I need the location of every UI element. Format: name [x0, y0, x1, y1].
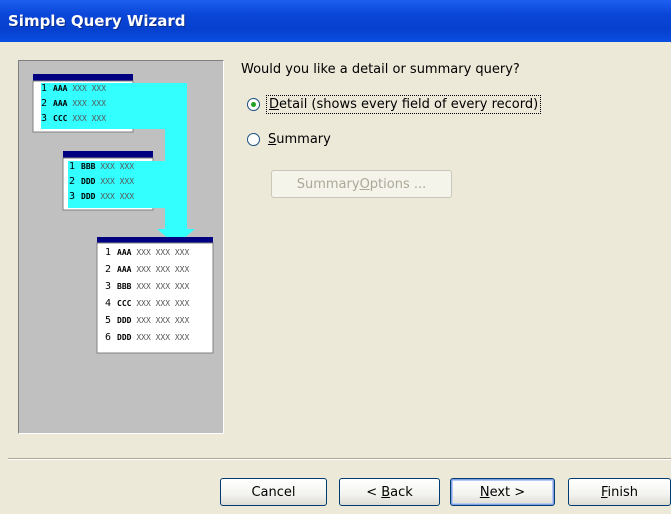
result-row: 6 DDD XXX XXX XXX — [105, 332, 189, 343]
summary-options-button[interactable]: Summary Options ... — [271, 170, 452, 198]
summary-radio-circle[interactable] — [247, 133, 260, 146]
result-row: 3 BBB XXX XXX XXX — [105, 281, 189, 292]
query-type-question: Would you like a detail or summary query… — [241, 62, 520, 77]
cancel-button[interactable]: Cancel — [220, 478, 327, 506]
finish-button[interactable]: Finish — [568, 478, 671, 506]
summary-radio-label[interactable]: Summary — [266, 131, 333, 148]
detail-radio-circle[interactable] — [247, 98, 260, 111]
detail-radio-label[interactable]: Detail (shows every field of every recor… — [266, 95, 542, 114]
result-row: 2 AAA XXX XXX XXX — [105, 264, 189, 275]
title-bar: Simple Query Wizard — [0, 0, 671, 42]
query-illustration-svg: 1 AAA XXX XXX2 AAA XXX XXX3 CCC XXX XXX … — [32, 74, 214, 354]
table2-row: 2 DDD XXX XXX — [69, 176, 134, 187]
back-button[interactable]: < Back — [339, 478, 440, 506]
detail-radio[interactable]: Detail (shows every field of every recor… — [247, 95, 542, 114]
cancel-label: Cancel — [251, 484, 296, 500]
table2-row: 1 BBB XXX XXX — [69, 161, 134, 172]
wizard-illustration: 1 AAA XXX XXX 2 AAA XXX XXX 3 CCC XXX XXX … — [18, 60, 224, 434]
next-label: Next > — [479, 484, 526, 500]
result-row: 5 DDD XXX XXX XXX — [105, 315, 189, 326]
result-header — [97, 237, 213, 243]
back-label: < Back — [366, 484, 413, 500]
result-row: 4 CCC XXX XXX XXX — [105, 298, 189, 309]
table2-header — [63, 151, 153, 158]
table1-row: 3 CCC XXX XXX — [41, 113, 106, 124]
finish-label: Finish — [600, 484, 639, 500]
table2-row: 3 DDD XXX XXX — [69, 191, 134, 202]
table1-row: 1 AAA XXX XXX — [41, 83, 106, 94]
summary-radio[interactable]: Summary — [247, 131, 333, 148]
next-button[interactable]: Next > — [450, 478, 555, 506]
result-row: 1 AAA XXX XXX XXX — [105, 247, 189, 258]
table1-header — [33, 74, 133, 81]
footer-separator — [8, 458, 671, 460]
flow-arrow-shaft — [165, 83, 187, 231]
window-title: Simple Query Wizard — [8, 12, 186, 30]
table1-row: 2 AAA XXX XXX — [41, 98, 106, 109]
